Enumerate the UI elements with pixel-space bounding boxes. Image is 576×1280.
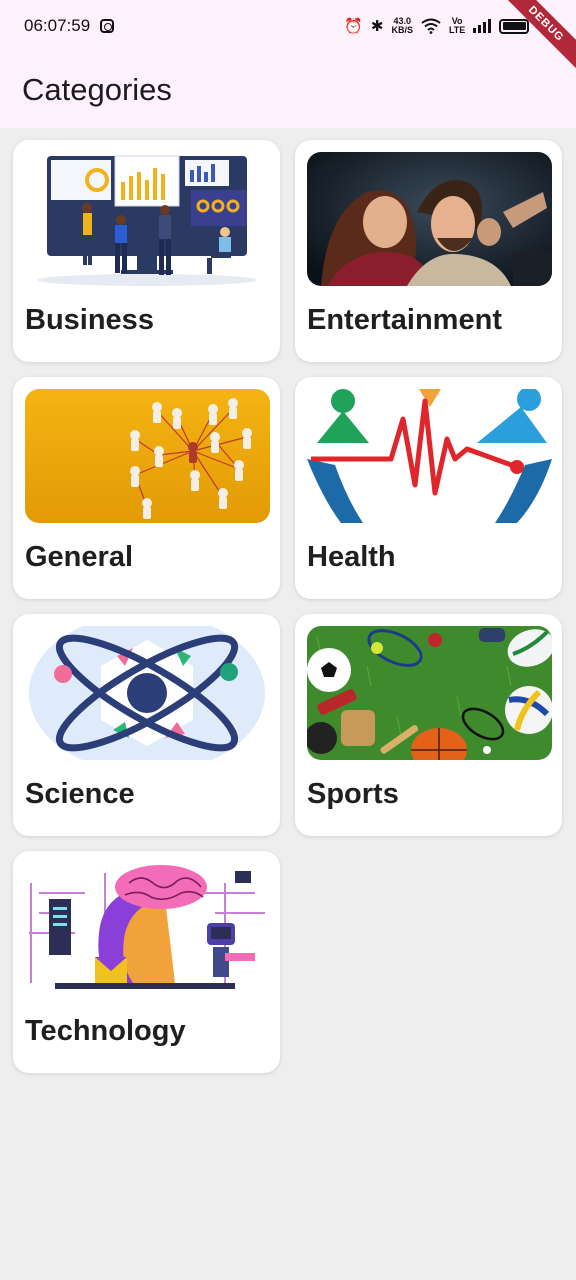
category-card-science[interactable]: Science [13,614,280,836]
signal-icon [473,19,492,33]
category-label: Entertainment [307,304,502,336]
category-card-business[interactable]: Business [13,140,280,362]
category-card-health[interactable]: Health [295,377,562,599]
category-label: Technology [25,1015,186,1047]
category-label: General [25,541,133,573]
app-bar: Categories [0,52,576,128]
network-speed-unit: KB/S [391,25,413,35]
network-speed: 43.0 KB/S [391,17,413,35]
category-label: Health [307,541,396,573]
instagram-icon [100,19,115,33]
alarm-icon: ⏰ [344,18,363,35]
business-image [25,152,270,286]
category-label: Business [25,304,154,336]
entertainment-image [307,152,552,286]
volte-indicator: Vo LTE [449,17,465,35]
category-label: Science [25,778,135,810]
bluetooth-icon: ✱ [370,18,384,35]
battery-icon [499,18,530,34]
category-card-entertainment[interactable]: Entertainment [295,140,562,362]
category-card-sports[interactable]: Sports [295,614,562,836]
technology-image [25,863,270,997]
sports-image [307,626,552,760]
general-image [25,389,270,523]
status-bar: 06:07:59 ⏰ ✱ 43.0 KB/S Vo LTE 89 [0,0,576,52]
category-card-technology[interactable]: Technology [13,851,280,1073]
category-card-general[interactable]: General [13,377,280,599]
health-image [307,389,552,523]
page-title: Categories [22,72,172,107]
category-label: Sports [307,778,399,810]
science-image [25,626,270,760]
wifi-icon [421,18,441,34]
status-time: 06:07:59 [24,16,91,35]
volte-bottom: LTE [448,25,466,35]
